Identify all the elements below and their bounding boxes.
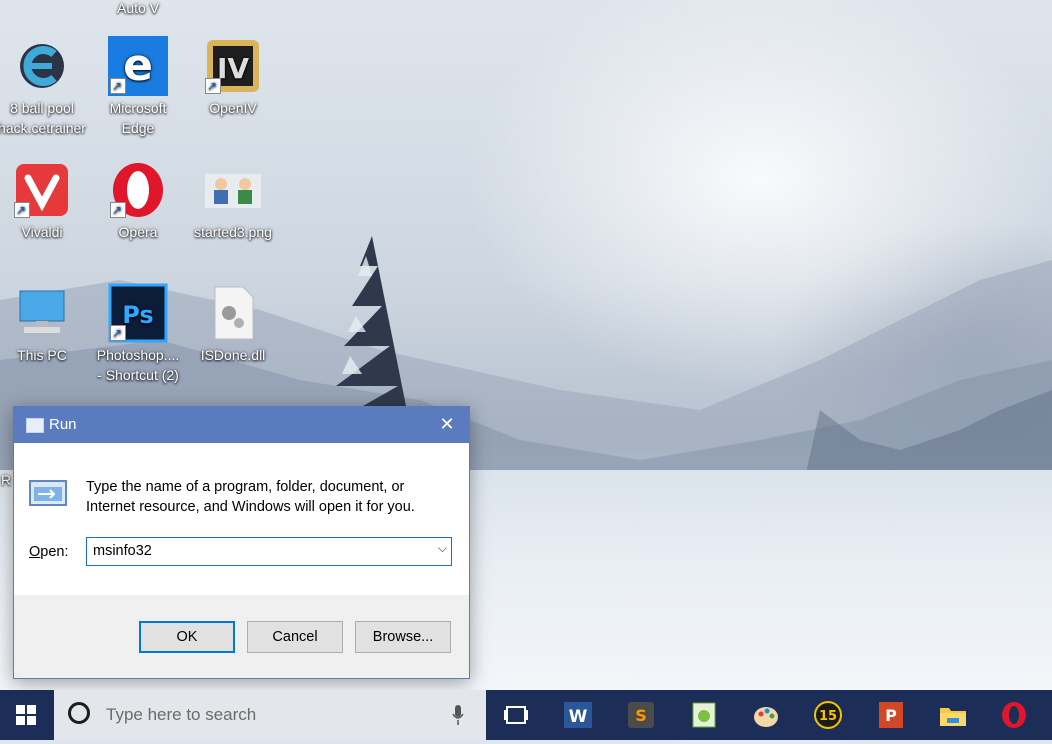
run-title: Run bbox=[49, 416, 77, 433]
svg-text:Ps: Ps bbox=[122, 301, 153, 329]
run-description: Type the name of a program, folder, docu… bbox=[86, 479, 415, 515]
open-label-text: pen: bbox=[40, 544, 69, 560]
word-icon[interactable]: W bbox=[562, 699, 594, 731]
desktop-icon-started3-png[interactable]: started3.png bbox=[185, 160, 281, 242]
app-15-icon[interactable]: 15 bbox=[812, 699, 844, 731]
run-body: Type the name of a program, folder, docu… bbox=[14, 443, 469, 595]
desktop-icon-this-pc[interactable]: This PC bbox=[0, 283, 90, 365]
chevron-down-icon[interactable]: ⌵ bbox=[438, 541, 447, 556]
desktop-icon-opera[interactable]: Opera bbox=[90, 160, 186, 242]
open-input[interactable] bbox=[93, 542, 413, 560]
svg-text:P: P bbox=[885, 706, 897, 725]
start-button[interactable] bbox=[0, 690, 52, 740]
svg-text:e: e bbox=[123, 40, 153, 91]
close-button[interactable]: ✕ bbox=[425, 407, 469, 443]
search-placeholder: Type here to search bbox=[106, 705, 257, 724]
windows-logo-icon bbox=[16, 705, 36, 725]
powerpoint-icon[interactable]: P bbox=[875, 699, 907, 731]
file-explorer-icon[interactable] bbox=[937, 699, 969, 731]
dll-file-icon bbox=[203, 283, 263, 343]
shortcut-arrow-icon bbox=[110, 200, 126, 220]
run-app-icon bbox=[26, 418, 44, 433]
desktop-partial-label: Auto V bbox=[116, 0, 160, 16]
desktop-icon-microsoft-edge[interactable]: e Microsoft Edge bbox=[90, 36, 186, 138]
cortana-icon[interactable] bbox=[68, 702, 90, 724]
taskbar: Type here to search W S 15 P bbox=[0, 690, 1052, 740]
svg-text:IV: IV bbox=[217, 52, 249, 85]
shortcut-arrow-icon bbox=[110, 323, 126, 343]
open-combobox[interactable]: ⌵ bbox=[86, 537, 452, 566]
cancel-button[interactable]: Cancel bbox=[247, 621, 343, 653]
browse-button[interactable]: Browse... bbox=[355, 621, 451, 653]
openiv-icon: IV bbox=[203, 36, 263, 96]
ok-button[interactable]: OK bbox=[139, 621, 235, 653]
desktop-icon-openiv[interactable]: IV OpenIV bbox=[185, 36, 281, 118]
open-label: Open: bbox=[29, 544, 69, 560]
shortcut-arrow-icon bbox=[205, 76, 221, 96]
vivaldi-icon bbox=[12, 160, 72, 220]
shortcut-arrow-icon bbox=[14, 200, 30, 220]
paint-icon[interactable] bbox=[750, 699, 782, 731]
computer-icon bbox=[12, 283, 72, 343]
run-program-icon bbox=[29, 480, 67, 506]
photoshop-icon: Ps bbox=[108, 283, 168, 343]
svg-text:W: W bbox=[569, 707, 588, 727]
desktop-icon-isdone-dll[interactable]: ISDone.dll bbox=[185, 283, 281, 365]
shortcut-arrow-icon bbox=[110, 76, 126, 96]
image-file-icon bbox=[203, 160, 263, 220]
task-view-icon[interactable] bbox=[500, 699, 532, 731]
app-15-badge: 15 bbox=[819, 709, 837, 724]
edge-icon: e bbox=[108, 36, 168, 96]
cheat-engine-icon bbox=[12, 36, 72, 96]
open-label-accelerator: O bbox=[29, 544, 41, 560]
svg-text:S: S bbox=[635, 706, 647, 725]
taskbar-search-box[interactable]: Type here to search bbox=[54, 690, 486, 740]
run-dialog: Run ✕ Type the name of a program, folder… bbox=[13, 406, 470, 679]
desktop-icon-vivaldi[interactable]: Vivaldi bbox=[0, 160, 90, 242]
notepad-plus-plus-icon[interactable] bbox=[688, 699, 720, 731]
run-footer: OK Cancel Browse... bbox=[14, 595, 469, 678]
sublime-text-icon[interactable]: S bbox=[625, 699, 657, 731]
microphone-icon[interactable] bbox=[452, 704, 464, 726]
opera-taskbar-icon[interactable] bbox=[998, 699, 1030, 731]
desktop-icon-photoshop-shortcut[interactable]: Ps Photoshop.... - Shortcut (2) bbox=[90, 283, 186, 385]
run-titlebar[interactable]: Run ✕ bbox=[14, 407, 469, 443]
opera-icon bbox=[108, 160, 168, 220]
desktop-icon-8ball-cetrainer[interactable]: 8 ball pool hack.cetrainer bbox=[0, 36, 90, 138]
